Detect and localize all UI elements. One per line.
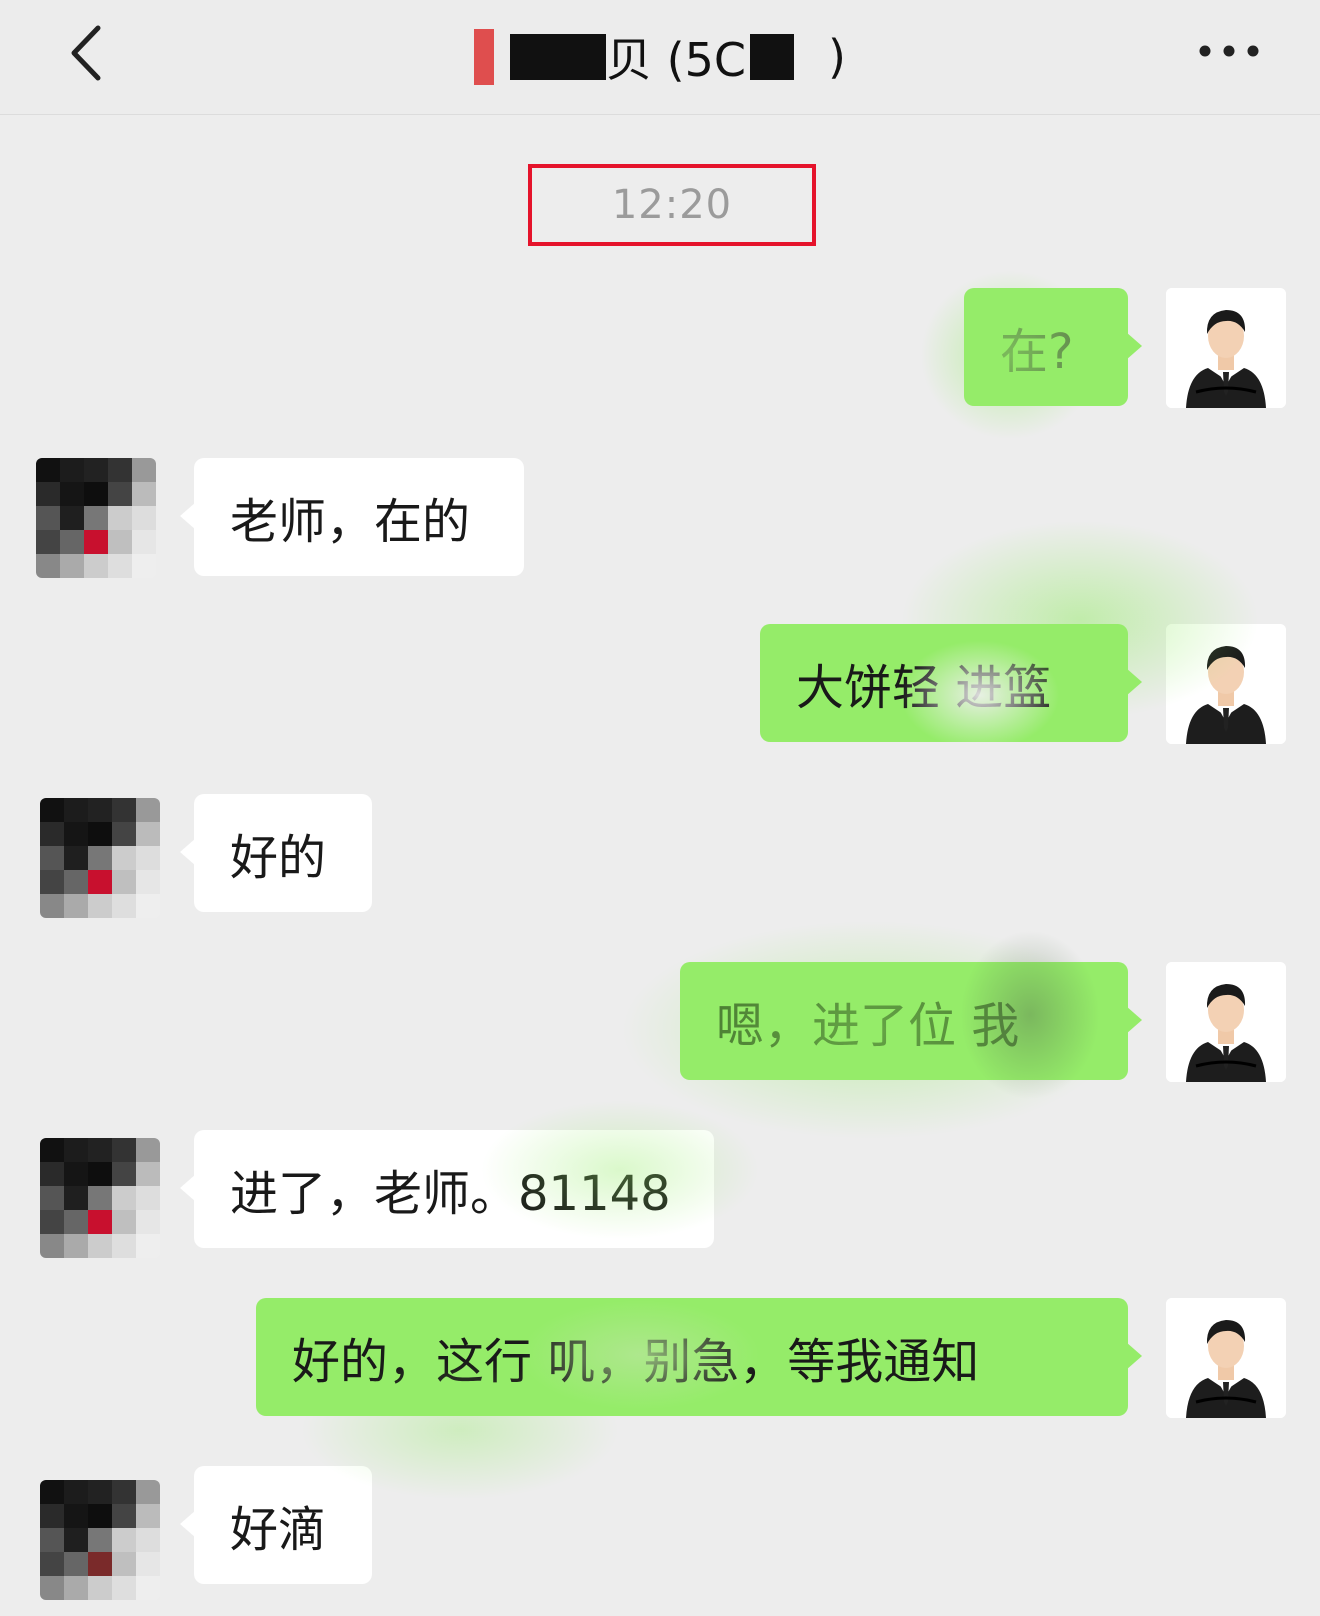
businessman-avatar-icon: [1166, 962, 1286, 1082]
message-text: 嗯，进了位 我: [716, 998, 1020, 1054]
contact-avatar-pixelated[interactable]: [40, 1138, 160, 1258]
message-text: 好的，这行 叽，别急，等我通知: [292, 1334, 980, 1390]
message-text: 好的: [230, 830, 327, 886]
businessman-avatar-icon: [1166, 624, 1286, 744]
my-avatar[interactable]: [1166, 288, 1286, 408]
ellipsis-icon: [1199, 45, 1259, 57]
incoming-message-bubble[interactable]: 好的: [180, 794, 372, 912]
outgoing-message-bubble[interactable]: 好的，这行 叽，别急，等我通知: [256, 1298, 1142, 1416]
outgoing-message-bubble[interactable]: 大饼轻 进篮: [760, 624, 1142, 742]
incoming-message-bubble[interactable]: 老师，在的: [180, 458, 524, 576]
businessman-avatar-icon: [1166, 288, 1286, 408]
timestamp-highlight-box: 12:20: [528, 164, 816, 246]
message-text: 老师，在的: [230, 494, 471, 550]
redacted-block: [510, 34, 607, 80]
my-avatar[interactable]: [1166, 962, 1286, 1082]
chat-title: 贝 (5C ): [0, 22, 1320, 92]
message-text: 大饼轻 进篮: [796, 660, 1052, 716]
contact-avatar-pixelated[interactable]: [40, 1480, 160, 1600]
businessman-avatar-icon: [1166, 1298, 1286, 1418]
contact-avatar-pixelated[interactable]: [36, 458, 156, 578]
outgoing-message-bubble[interactable]: 在?: [964, 288, 1142, 406]
redacted-block: [750, 34, 794, 80]
my-avatar[interactable]: [1166, 624, 1286, 744]
outgoing-message-bubble[interactable]: 嗯，进了位 我: [680, 962, 1142, 1080]
chat-header: 贝 (5C ): [0, 0, 1320, 115]
redacted-mark: [474, 29, 495, 85]
chat-title-suffix: ): [828, 30, 846, 84]
my-avatar[interactable]: [1166, 1298, 1286, 1418]
contact-avatar-pixelated[interactable]: [40, 798, 160, 918]
message-text: 在?: [1000, 324, 1074, 380]
message-text: 好滴: [230, 1502, 327, 1558]
incoming-message-bubble[interactable]: 进了，老师。81148: [180, 1130, 714, 1248]
message-text: 进了，老师。81148: [230, 1166, 671, 1222]
incoming-message-bubble[interactable]: 好滴: [180, 1466, 372, 1584]
message-timestamp: 12:20: [611, 182, 733, 228]
chat-title-text: 贝 (5C: [606, 33, 746, 87]
more-options-button[interactable]: [1194, 26, 1264, 76]
